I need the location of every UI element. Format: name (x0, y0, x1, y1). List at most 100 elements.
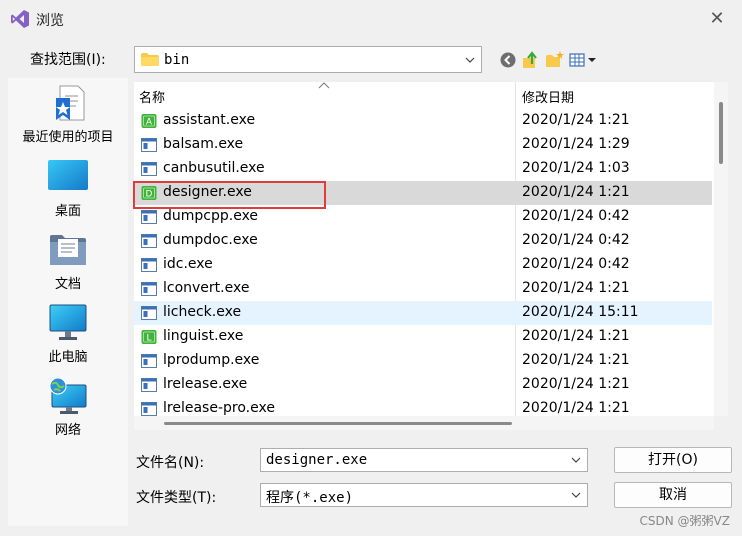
file-row[interactable]: dumpcpp.exe 2020/1/24 0:42 (134, 205, 712, 229)
qt-app-badge: L (146, 334, 151, 344)
file-name: idc.exe (163, 256, 213, 272)
column-header-date[interactable]: 修改日期 (522, 87, 574, 106)
desktop-icon (48, 160, 88, 190)
open-button[interactable]: 打开(O) (614, 447, 732, 473)
documents-icon (50, 235, 86, 265)
file-name: dumpcpp.exe (163, 208, 259, 224)
file-row[interactable]: Ddesigner.exe 2020/1/24 1:21 (134, 181, 712, 205)
exe-window-icon (141, 138, 157, 152)
lookin-label: 查找范围(I): (30, 52, 106, 68)
vertical-scrollbar[interactable] (714, 82, 728, 416)
file-date: 2020/1/24 1:21 (522, 328, 630, 344)
cancel-button[interactable]: 取消 (614, 482, 732, 508)
sort-ascending-icon (318, 82, 330, 89)
exe-window-icon (141, 234, 157, 248)
chevron-down-icon[interactable] (571, 449, 581, 471)
filetype-select[interactable]: 程序(*.exe) (260, 483, 588, 507)
filename-input[interactable]: designer.exe (260, 448, 588, 472)
place-label: 文档 (54, 277, 81, 292)
exe-window-icon (141, 282, 157, 296)
lookin-combo[interactable]: bin (134, 46, 482, 73)
filetype-value: 程序(*.exe) (266, 490, 354, 506)
exe-window-icon (141, 378, 157, 392)
place-desktop[interactable]: 桌面 (8, 158, 128, 219)
file-date: 2020/1/24 0:42 (522, 232, 630, 248)
exe-window-icon (141, 306, 157, 320)
folder-icon (141, 53, 159, 66)
filetype-label: 文件类型(T): (136, 490, 217, 506)
recent-items-icon (56, 85, 85, 121)
filename-label: 文件名(N): (136, 455, 205, 471)
file-date: 2020/1/24 1:21 (522, 400, 630, 416)
file-name: licheck.exe (163, 304, 242, 320)
qt-app-icon: A (141, 114, 157, 128)
file-name: lprodump.exe (163, 352, 260, 368)
back-icon[interactable] (498, 50, 518, 70)
file-date: 2020/1/24 0:42 (522, 208, 630, 224)
filename-value: designer.exe (266, 452, 368, 468)
file-name: balsam.exe (163, 136, 244, 152)
place-label: 桌面 (54, 204, 81, 219)
file-date: 2020/1/24 15:11 (522, 304, 639, 320)
file-name: lrelease-pro.exe (163, 400, 275, 416)
title-bar: 浏览 ✕ (0, 0, 742, 38)
file-row[interactable]: Aassistant.exe 2020/1/24 1:21 (134, 109, 712, 133)
file-date: 2020/1/24 1:21 (522, 184, 630, 200)
file-date: 2020/1/24 0:42 (522, 256, 630, 272)
place-recent[interactable]: 最近使用的项目 (8, 84, 128, 145)
place-network[interactable]: 网络 (8, 377, 128, 438)
qt-app-badge: A (146, 118, 153, 128)
file-date: 2020/1/24 1:21 (522, 112, 630, 128)
places-bar: 最近使用的项目 桌面 文档 此电脑 网络 (8, 78, 128, 526)
vertical-scroll-thumb[interactable] (719, 102, 723, 164)
place-label: 网络 (54, 423, 81, 438)
file-date: 2020/1/24 1:21 (522, 352, 630, 368)
file-list[interactable]: 名称 修改日期 Aassistant.exe 2020/1/24 1:21 bals… (134, 82, 714, 416)
file-date: 2020/1/24 1:21 (522, 376, 630, 392)
file-row[interactable]: canbusutil.exe 2020/1/24 1:03 (134, 157, 712, 181)
file-row[interactable]: balsam.exe 2020/1/24 1:29 (134, 133, 712, 157)
file-row[interactable]: lconvert.exe 2020/1/24 1:21 (134, 277, 712, 301)
file-date: 2020/1/24 1:21 (522, 280, 630, 296)
file-name: lrelease.exe (163, 376, 248, 392)
file-row[interactable]: Llinguist.exe 2020/1/24 1:21 (134, 325, 712, 349)
place-this-pc[interactable]: 此电脑 (8, 304, 128, 365)
file-name: dumpdoc.exe (163, 232, 258, 248)
list-header: 名称 修改日期 (134, 82, 714, 108)
column-header-name[interactable]: 名称 (139, 87, 165, 106)
qt-app-icon: D (141, 186, 157, 200)
file-date: 2020/1/24 1:03 (522, 160, 630, 176)
file-name: designer.exe (163, 184, 252, 200)
file-row[interactable]: lrelease.exe 2020/1/24 1:21 (134, 373, 712, 397)
horizontal-scrollbar[interactable] (134, 416, 714, 430)
view-menu-icon[interactable] (569, 50, 597, 70)
lookin-value: bin (164, 52, 190, 68)
exe-window-icon (141, 402, 157, 416)
file-row[interactable]: lrelease-pro.exe 2020/1/24 1:21 (134, 397, 712, 416)
place-label: 此电脑 (48, 350, 88, 365)
window-title: 浏览 (36, 13, 64, 29)
file-row[interactable]: lprodump.exe 2020/1/24 1:21 (134, 349, 712, 373)
up-folder-icon[interactable] (521, 50, 541, 70)
file-date: 2020/1/24 1:29 (522, 136, 630, 152)
chevron-down-icon[interactable] (571, 484, 581, 506)
close-icon[interactable]: ✕ (706, 8, 728, 30)
place-label: 最近使用的项目 (22, 130, 114, 145)
new-folder-icon[interactable] (545, 50, 565, 70)
network-icon (49, 377, 87, 414)
place-documents[interactable]: 文档 (8, 231, 128, 292)
computer-icon (49, 304, 87, 340)
qt-app-badge: D (146, 190, 153, 200)
exe-window-icon (141, 258, 157, 272)
watermark: CSDN @粥粥VZ (639, 514, 730, 528)
file-row[interactable]: licheck.exe 2020/1/24 15:11 (134, 301, 712, 325)
chevron-down-icon[interactable] (465, 47, 475, 73)
visual-studio-logo-icon (11, 10, 29, 28)
file-name: lconvert.exe (163, 280, 250, 296)
qt-app-icon: L (141, 330, 157, 344)
file-name: linguist.exe (163, 328, 244, 344)
file-row[interactable]: idc.exe 2020/1/24 0:42 (134, 253, 712, 277)
file-row[interactable]: dumpdoc.exe 2020/1/24 0:42 (134, 229, 712, 253)
horizontal-scroll-thumb[interactable] (164, 422, 512, 425)
exe-window-icon (141, 162, 157, 176)
